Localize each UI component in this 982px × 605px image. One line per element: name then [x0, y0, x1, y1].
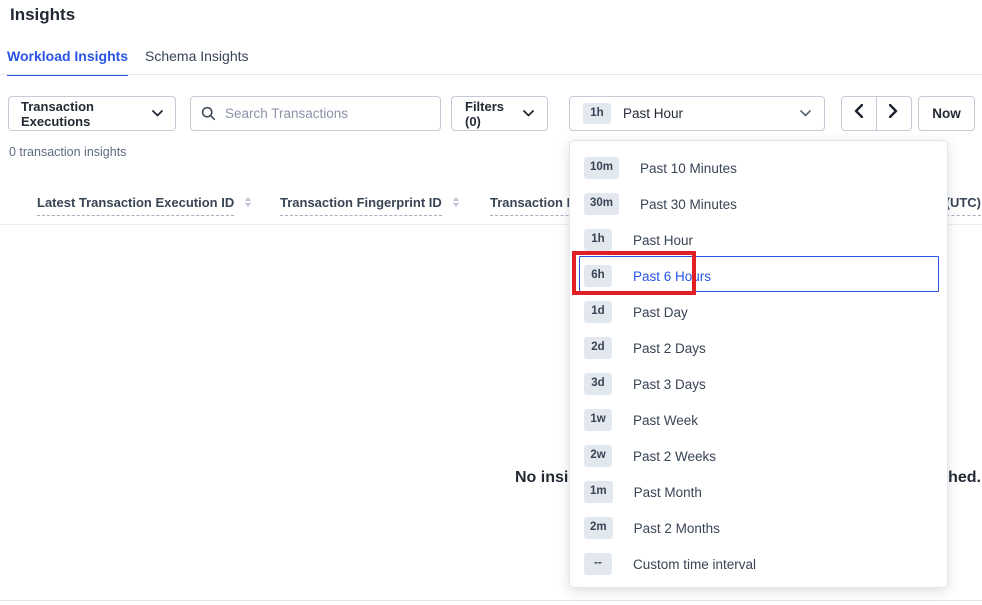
time-option-6h[interactable]: 6h Past 6 Hours [570, 258, 947, 294]
time-option-badge: 6h [584, 265, 612, 287]
column-header-utc[interactable]: (UTC) [946, 195, 981, 216]
sort-icon [245, 197, 251, 207]
search-icon [201, 106, 216, 121]
sort-icon [453, 197, 459, 207]
chevron-down-icon [523, 110, 534, 117]
time-option-1h[interactable]: 1h Past Hour [570, 222, 947, 258]
time-option-2w[interactable]: 2w Past 2 Weeks [570, 438, 947, 474]
time-interval-label: Past Hour [623, 106, 683, 121]
time-interval-select[interactable]: 1h Past Hour [569, 96, 825, 131]
time-interval-dropdown-menu: 10m Past 10 Minutes 30m Past 30 Minutes … [569, 140, 948, 588]
time-option-10m[interactable]: 10m Past 10 Minutes [570, 150, 947, 186]
previous-interval-button[interactable] [842, 97, 877, 130]
insights-count: 0 transaction insights [9, 145, 126, 159]
time-option-badge: 1m [584, 481, 613, 503]
time-option-badge: 1w [584, 409, 612, 431]
time-option-2d[interactable]: 2d Past 2 Days [570, 330, 947, 366]
tab-workload-insights[interactable]: Workload Insights [7, 48, 128, 76]
filters-button[interactable]: Filters (0) [451, 96, 548, 131]
time-option-badge: 3d [584, 373, 612, 395]
column-header-transaction-fingerprint-id[interactable]: Transaction Fingerprint ID [280, 195, 459, 216]
tab-schema-insights[interactable]: Schema Insights [145, 48, 249, 74]
time-option-1w[interactable]: 1w Past Week [570, 402, 947, 438]
time-option-1d[interactable]: 1d Past Day [570, 294, 947, 330]
time-option-2m[interactable]: 2m Past 2 Months [570, 510, 947, 546]
time-option-badge: -- [584, 553, 612, 575]
search-box[interactable] [190, 96, 441, 131]
chevron-left-icon [854, 104, 863, 123]
next-interval-button[interactable] [877, 97, 912, 130]
time-option-badge: 2w [584, 445, 612, 467]
time-option-1m[interactable]: 1m Past Month [570, 474, 947, 510]
time-option-badge: 1d [584, 301, 612, 323]
tabs-divider [0, 74, 982, 75]
transaction-type-select[interactable]: Transaction Executions [8, 96, 176, 131]
time-option-3d[interactable]: 3d Past 3 Days [570, 366, 947, 402]
empty-state-message-tail: No insight events since this page was la… [948, 469, 982, 491]
bottom-divider [0, 600, 982, 601]
time-option-badge: 10m [584, 157, 619, 179]
time-interval-badge: 1h [583, 103, 611, 125]
chevron-down-icon [152, 110, 163, 117]
chevron-right-icon [889, 104, 898, 123]
column-header-latest-transaction-execution-id[interactable]: Latest Transaction Execution ID [37, 195, 251, 216]
filters-label: Filters (0) [465, 99, 523, 129]
search-input[interactable] [225, 106, 415, 121]
insights-page: Insights Workload Insights Schema Insigh… [0, 0, 982, 605]
time-option-badge: 1h [584, 229, 612, 251]
time-option-badge: 2m [584, 517, 613, 539]
time-option-custom[interactable]: -- Custom time interval [570, 546, 947, 582]
page-title: Insights [10, 5, 75, 25]
chevron-down-icon [800, 110, 811, 117]
now-button[interactable]: Now [918, 96, 975, 131]
empty-state-message: No insight events since this page was la… [515, 469, 569, 491]
transaction-type-label: Transaction Executions [21, 99, 152, 129]
time-option-badge: 2d [584, 337, 612, 359]
time-nav-group [841, 96, 912, 131]
time-option-badge: 30m [584, 193, 619, 215]
time-option-30m[interactable]: 30m Past 30 Minutes [570, 186, 947, 222]
